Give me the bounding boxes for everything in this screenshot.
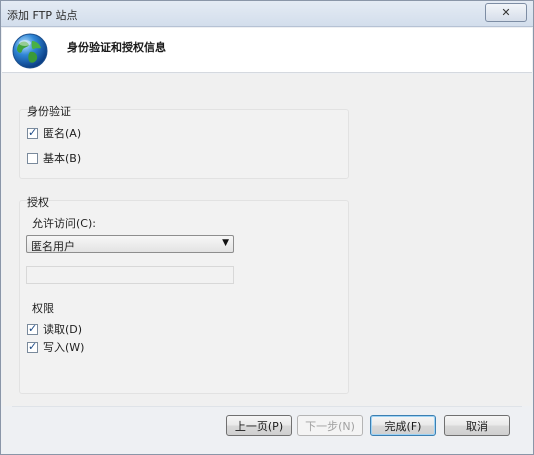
authentication-label: 身份验证: [27, 105, 71, 118]
write-label: 写入(W): [43, 341, 85, 354]
basic-checkbox-row[interactable]: 基本(B): [27, 150, 81, 166]
footer-divider: [12, 406, 522, 407]
window-title: 添加 FTP 站点: [7, 9, 78, 22]
basic-checkbox[interactable]: [27, 152, 38, 164]
read-checkbox-row[interactable]: 读取(D): [27, 321, 82, 337]
allow-access-label: 允许访问(C):: [32, 217, 96, 230]
basic-label: 基本(B): [43, 152, 82, 165]
allow-access-select[interactable]: 匿名用户 ▼: [26, 235, 234, 253]
page-title: 身份验证和授权信息: [67, 41, 166, 54]
anonymous-checkbox[interactable]: [27, 126, 38, 139]
close-button[interactable]: ✕: [485, 3, 527, 22]
authentication-group: [19, 109, 349, 179]
allow-access-value: 匿名用户: [31, 240, 75, 253]
wizard-footer: 上一页(P) 下一步(N) 完成(F) 取消: [2, 406, 532, 454]
add-ftp-site-dialog: 添加 FTP 站点 ✕ 身份验证和授权信息 身份验证 ✓ 匿名(A) 基本(B)…: [0, 0, 534, 455]
globe-icon: [12, 33, 48, 69]
next-button[interactable]: 下一步(N): [297, 415, 363, 436]
permissions-label: 权限: [32, 302, 54, 315]
anonymous-checkbox-row[interactable]: 匿名(A): [27, 125, 81, 141]
previous-button[interactable]: 上一页(P): [226, 415, 292, 436]
anonymous-label: 匿名(A): [43, 127, 82, 140]
read-checkbox[interactable]: [27, 322, 38, 335]
authorization-label: 授权: [27, 196, 49, 209]
write-checkbox[interactable]: [27, 340, 38, 353]
finish-button[interactable]: 完成(F): [370, 415, 436, 436]
close-icon: ✕: [501, 6, 511, 19]
cancel-button[interactable]: 取消: [444, 415, 510, 436]
title-bar[interactable]: 添加 FTP 站点 ✕: [1, 1, 533, 27]
wizard-header: 身份验证和授权信息: [2, 28, 532, 73]
user-field: [26, 266, 234, 284]
write-checkbox-row[interactable]: 写入(W): [27, 339, 84, 355]
chevron-down-icon: ▼: [222, 238, 229, 248]
read-label: 读取(D): [43, 323, 83, 336]
